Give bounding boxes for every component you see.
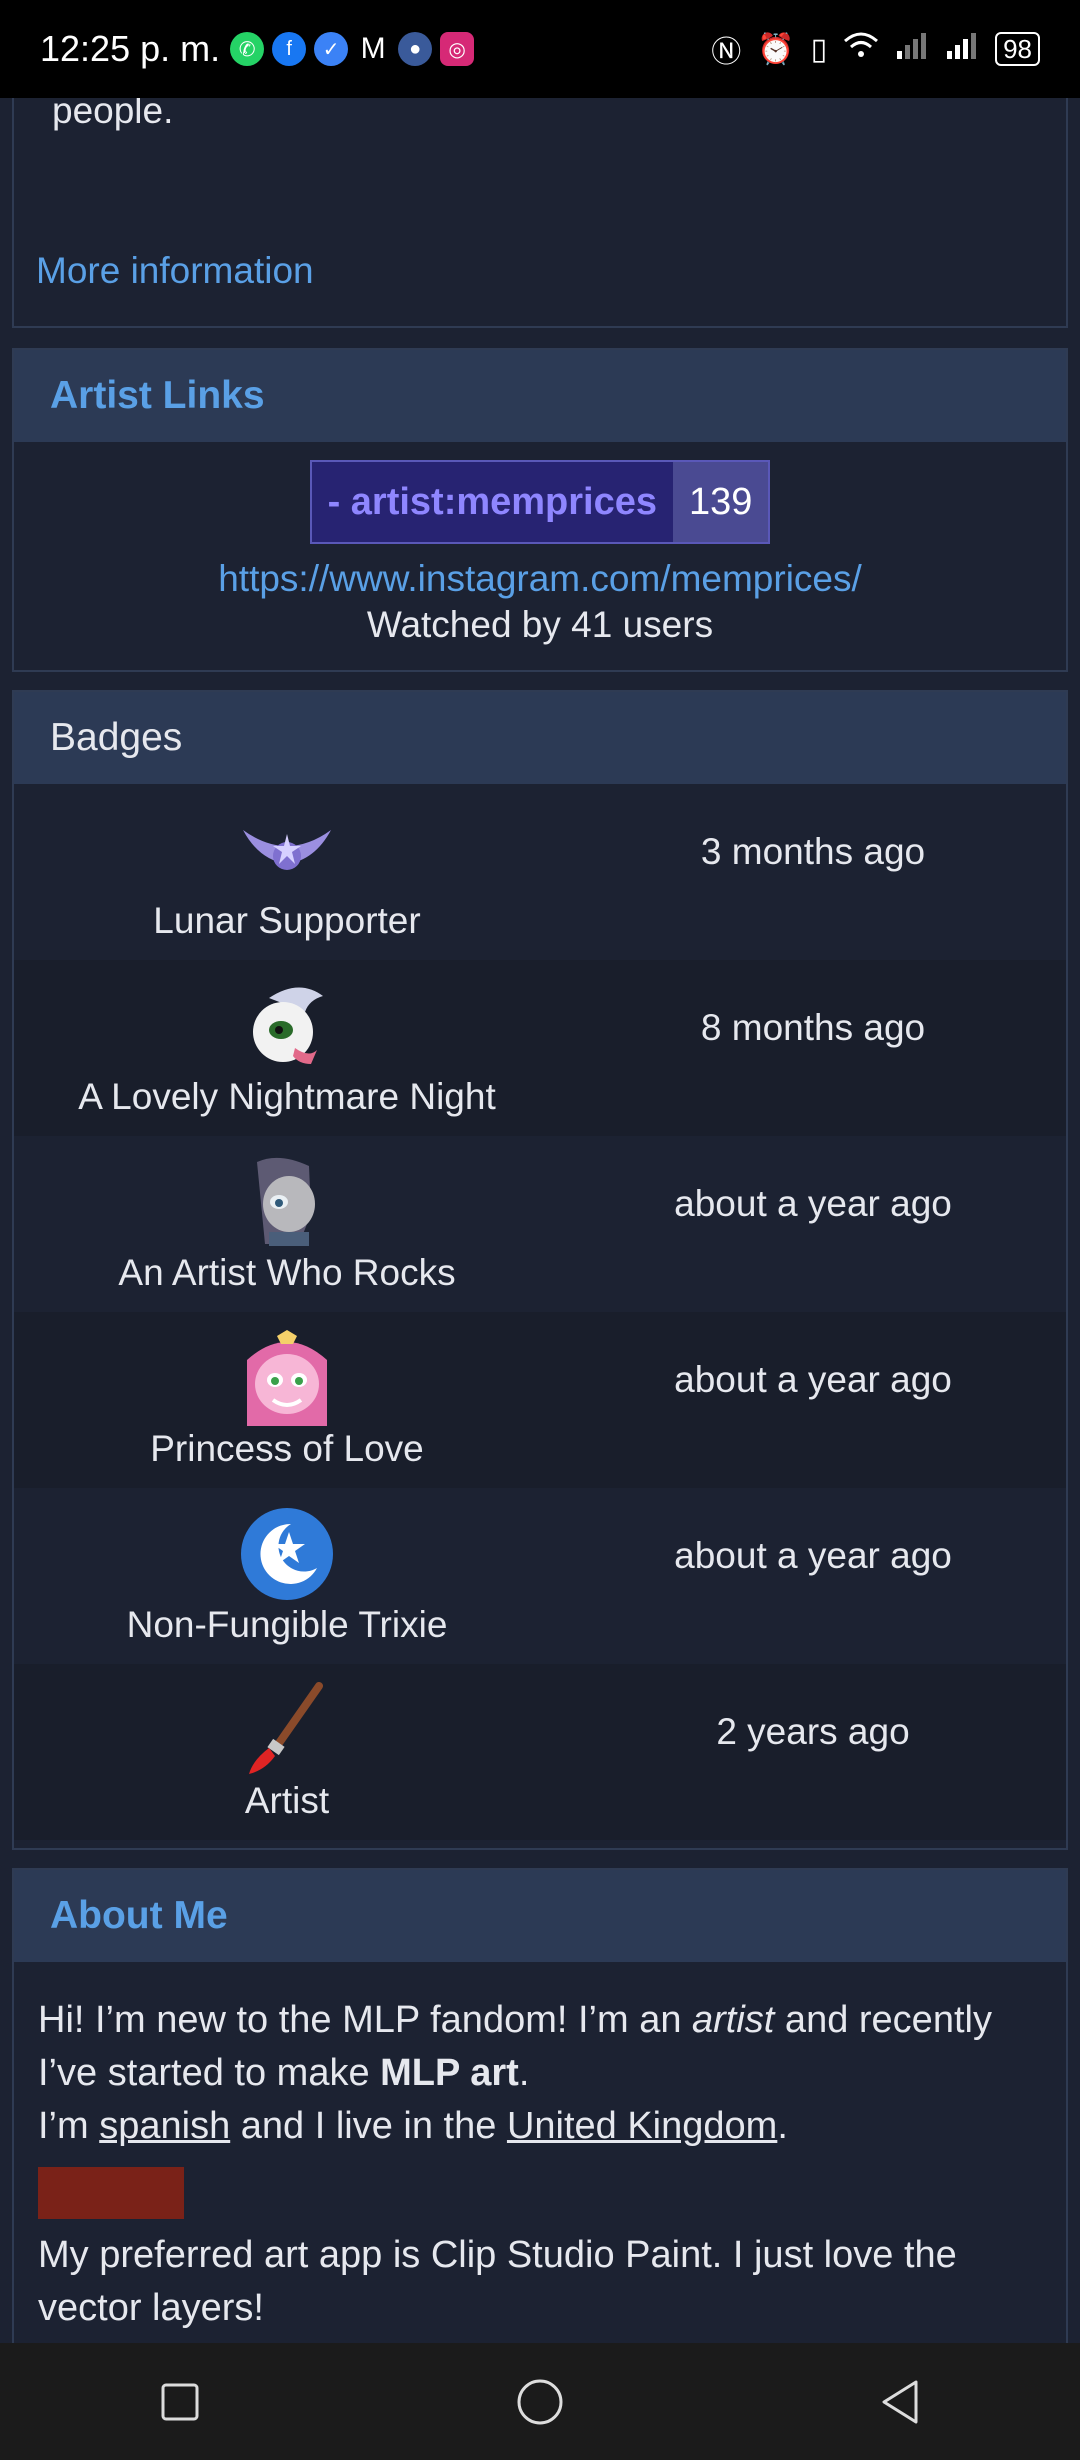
badge-name: Lunar Supporter — [153, 900, 421, 941]
badges-block: Badges Lunar Supporter 3 months ago A Lo… — [12, 690, 1068, 1850]
badges-title: Badges — [14, 692, 1066, 784]
gmail-icon: M — [360, 32, 386, 65]
signal-icon — [895, 31, 929, 67]
system-status: Ⓝ ⏰ ▯ 98 — [711, 27, 1040, 71]
badge-row: Artist 2 years ago — [14, 1664, 1066, 1840]
cadance-pony-icon — [239, 1330, 335, 1426]
united-kingdom-link[interactable]: United Kingdom — [507, 2105, 777, 2147]
intro-text: people. — [52, 98, 174, 131]
artist-tag[interactable]: - artist:memprices 139 — [309, 460, 771, 544]
badge-time: about a year ago — [674, 1183, 952, 1224]
facebook-icon: f — [272, 32, 307, 66]
back-button[interactable] — [860, 2362, 940, 2442]
watched-by-text: Watched by 41 users — [366, 604, 714, 645]
about-paragraph: My preferred art app is Clip Studio Pain… — [38, 2234, 957, 2329]
notification-icons: ✆ f ✓ M ● ◎ — [230, 32, 475, 66]
page-content: people. More information Artist Links - … — [0, 98, 1080, 2343]
signal-icon — [945, 31, 979, 67]
nightmare-pony-icon — [239, 978, 335, 1074]
badge-row: A Lovely Nightmare Night 8 months ago — [14, 960, 1066, 1136]
navigation-bar — [0, 2343, 1080, 2460]
nfc-icon: Ⓝ — [711, 36, 742, 69]
intro-block: people. More information — [12, 98, 1068, 328]
artist-links-title: Artist Links — [14, 350, 1066, 442]
badge-row: Non-Fungible Trixie about a year ago — [14, 1488, 1066, 1664]
lunar-emblem-icon — [239, 802, 335, 898]
badge-name: An Artist Who Rocks — [118, 1252, 456, 1293]
alarm-icon: ⏰ — [757, 32, 795, 66]
artist-links-block: Artist Links - artist:memprices 139 http… — [12, 348, 1068, 672]
spoiler-bar[interactable] — [38, 2167, 184, 2219]
status-bar: 12:25 p. m. ✆ f ✓ M ● ◎ Ⓝ ⏰ ▯ 98 — [0, 0, 1080, 98]
about-me-body: Hi! I’m new to the MLP fandom! I’m an ar… — [14, 1962, 1066, 2335]
badge-name: Princess of Love — [150, 1428, 424, 1469]
trixie-moon-icon — [239, 1506, 335, 1602]
about-me-title: About Me — [14, 1870, 1066, 1962]
more-information-link[interactable]: More information — [36, 250, 314, 292]
whatsapp-icon: ✆ — [230, 32, 265, 66]
badge-name: Artist — [244, 1780, 330, 1821]
about-paragraph: I’m spanish and I live in the United Kin… — [38, 2105, 788, 2147]
badge-row: Princess of Love about a year ago — [14, 1312, 1066, 1488]
badge-time: about a year ago — [674, 1359, 952, 1400]
badge-name: A Lovely Nightmare Night — [78, 1076, 496, 1117]
messenger-icon: ✓ — [314, 32, 349, 66]
badge-time: 2 years ago — [716, 1711, 910, 1752]
vibrate-icon: ▯ — [810, 32, 828, 66]
badge-name: Non-Fungible Trixie — [126, 1604, 448, 1645]
badge-time: 3 months ago — [700, 831, 926, 872]
artist-tag-name[interactable]: - artist:memprices — [311, 462, 674, 542]
recents-button[interactable] — [140, 2362, 220, 2442]
badge-time: 8 months ago — [700, 1007, 926, 1048]
battery-indicator: 98 — [995, 32, 1040, 66]
badge-row: Lunar Supporter 3 months ago — [14, 784, 1066, 960]
artist-tag-count: 139 — [673, 462, 769, 542]
paintbrush-icon — [239, 1682, 335, 1778]
about-paragraph: Hi! I’m new to the MLP fandom! I’m an ar… — [38, 1999, 992, 2094]
status-time: 12:25 p. m. — [40, 28, 221, 69]
artist-url-link[interactable]: https://www.instagram.com/memprices/ — [14, 558, 1066, 600]
about-me-block: About Me Hi! I’m new to the MLP fandom! … — [12, 1868, 1068, 2343]
maud-pony-icon — [239, 1154, 335, 1250]
app-icon: ● — [398, 32, 433, 66]
wifi-icon — [843, 31, 879, 67]
badge-time: about a year ago — [674, 1535, 952, 1576]
badge-row: An Artist Who Rocks about a year ago — [14, 1136, 1066, 1312]
instagram-icon: ◎ — [440, 32, 475, 66]
spanish-link[interactable]: spanish — [99, 2105, 230, 2147]
home-button[interactable] — [500, 2362, 580, 2442]
